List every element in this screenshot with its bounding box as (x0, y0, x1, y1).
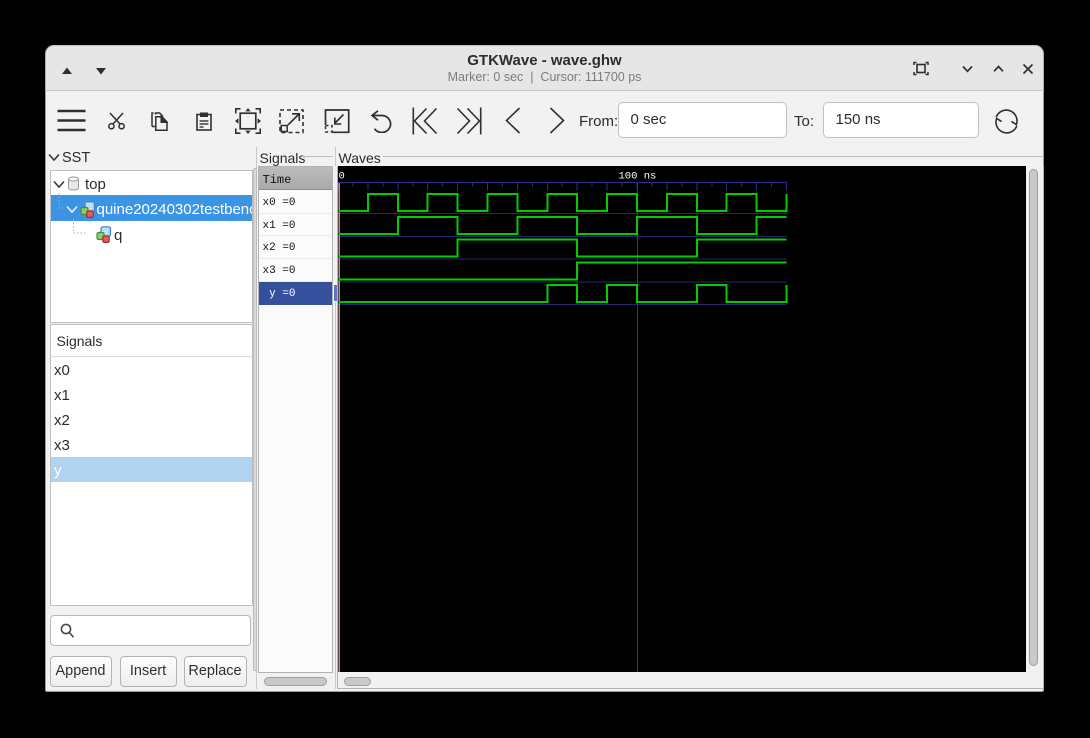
svg-text:100 ns: 100 ns (618, 171, 656, 183)
svg-text:0: 0 (338, 171, 344, 183)
